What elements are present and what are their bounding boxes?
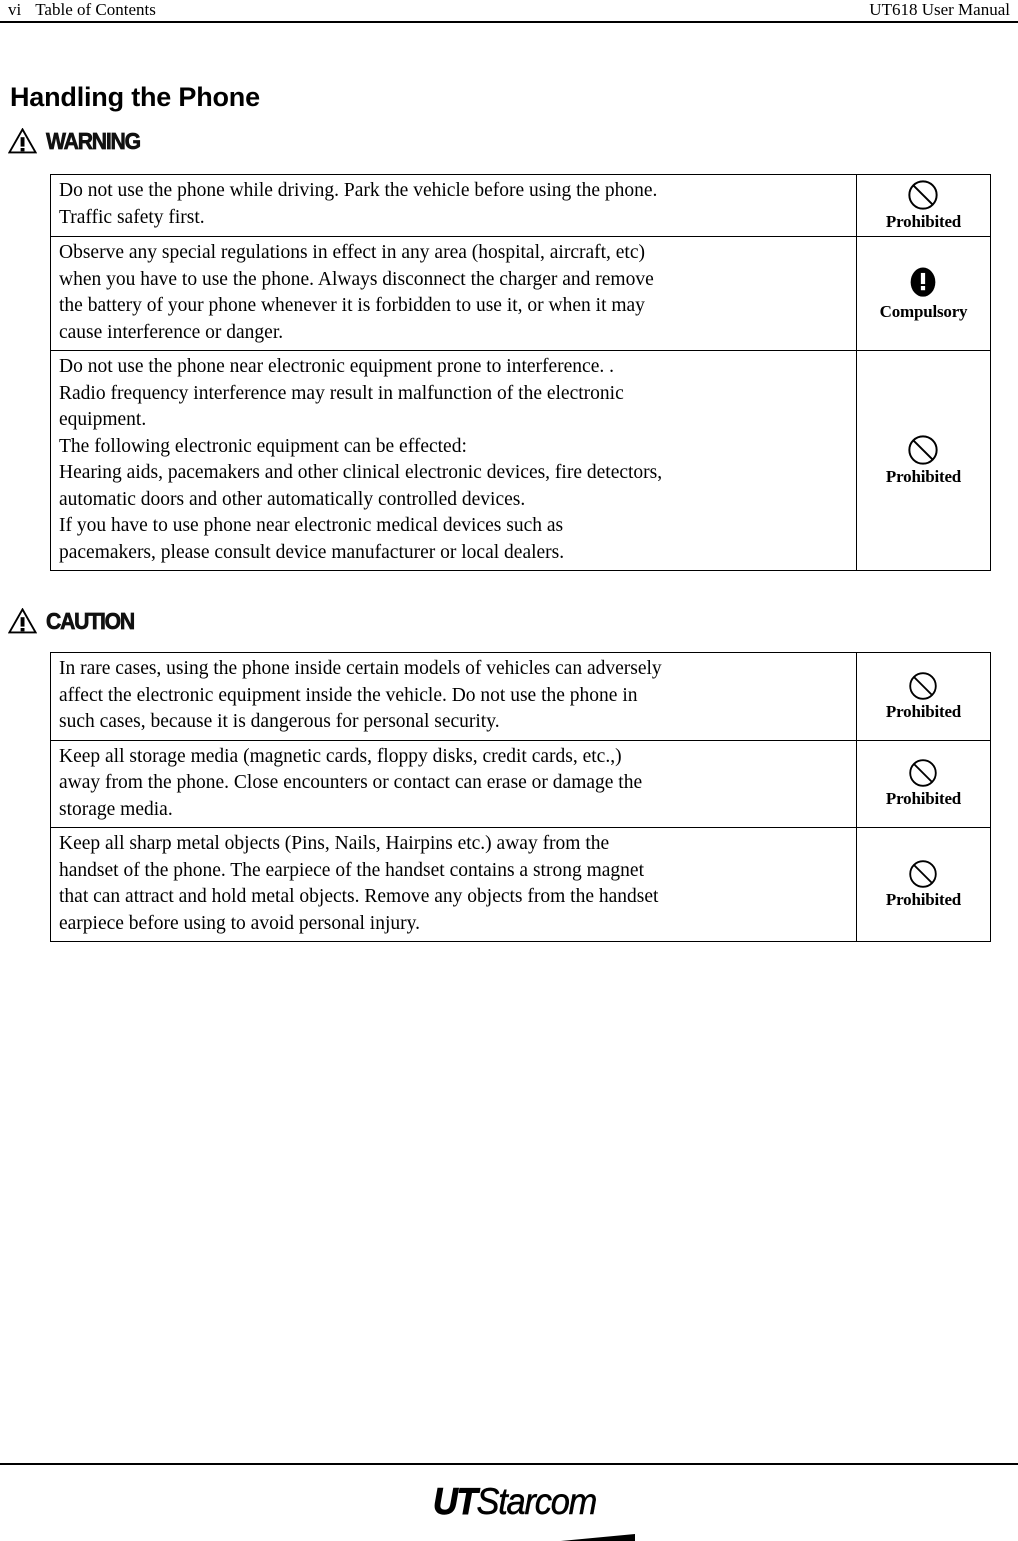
table-row: Keep all sharp metal objects (Pins, Nail… xyxy=(50,827,991,942)
text-line: Traffic safety first. xyxy=(59,206,205,228)
pictogram-label: Prohibited xyxy=(885,890,962,909)
table-row: Do not use the phone while driving. Park… xyxy=(50,174,991,237)
prohibited-circle-slash-icon xyxy=(908,435,939,465)
text-line: storage media. xyxy=(59,798,173,820)
page-header: vi Table of Contents UT618 User Manual xyxy=(0,0,1018,23)
text-line: Do not use the phone while driving. Park… xyxy=(59,180,658,201)
utstarcom-logo: UTStarcom xyxy=(433,1484,653,1541)
caution-row-1-text: In rare cases, using the phone inside ce… xyxy=(50,652,857,741)
warning-row-2-pictogram: Compulsory xyxy=(856,236,991,351)
text-line: affect the electronic equipment inside t… xyxy=(59,684,638,706)
caution-row-2-pictogram: Prohibited xyxy=(856,739,991,828)
text-line: Keep all storage media (magnetic cards, … xyxy=(59,745,622,767)
warning-triangle-icon xyxy=(7,127,38,154)
prohibited-pictogram: Prohibited xyxy=(886,179,961,231)
pictogram-label: Prohibited xyxy=(885,789,962,809)
text-line: If you have to use phone near electronic… xyxy=(59,515,564,536)
caution-banner: CAUTION xyxy=(7,607,142,634)
text-line: Keep all sharp metal objects (Pins, Nail… xyxy=(59,833,610,854)
caution-banner-label: CAUTION xyxy=(46,608,136,634)
page-title: Handling the Phone xyxy=(10,82,260,112)
footer-divider xyxy=(0,1463,1018,1465)
text-line: away from the phone. Close encounters or… xyxy=(59,772,643,793)
warning-row-3-pictogram: Prohibited xyxy=(856,350,991,571)
text-line: pacemakers, please consult device manufa… xyxy=(59,541,565,563)
text-line: Observe any special regulations in effec… xyxy=(59,242,645,263)
logo-wordmark: UTStarcom xyxy=(433,1484,598,1522)
header-section-label: Table of Contents xyxy=(35,0,156,19)
prohibited-pictogram: Prohibited xyxy=(886,859,961,909)
text-line: that can attract and hold metal objects.… xyxy=(59,886,659,907)
warning-banner-label: WARNING xyxy=(46,128,142,154)
table-row: In rare cases, using the phone inside ce… xyxy=(50,652,991,741)
logo-starcom-text: Starcom xyxy=(476,1484,597,1522)
text-line: cause interference or danger. xyxy=(59,321,284,343)
prohibited-circle-slash-icon xyxy=(908,180,939,210)
warning-banner: WARNING xyxy=(7,127,148,154)
warning-row-1-text: Do not use the phone while driving. Park… xyxy=(50,174,857,237)
warning-row-1-pictogram: Prohibited xyxy=(856,174,991,237)
text-line: Do not use the phone near electronic equ… xyxy=(59,356,614,377)
caution-row-3-text: Keep all sharp metal objects (Pins, Nail… xyxy=(50,827,857,942)
warning-triangle-icon xyxy=(7,607,38,634)
pictogram-label: Prohibited xyxy=(885,212,962,231)
text-line: handset of the phone. The earpiece of th… xyxy=(59,859,644,881)
prohibited-circle-slash-icon xyxy=(909,759,938,787)
text-line: Radio frequency interference may result … xyxy=(59,382,624,404)
caution-row-3-pictogram: Prohibited xyxy=(856,827,991,942)
page-folio: vi xyxy=(8,0,22,19)
text-line: such cases, because it is dangerous for … xyxy=(59,711,500,732)
caution-row-2-text: Keep all storage media (magnetic cards, … xyxy=(50,739,857,828)
text-line: The following electronic equipment can b… xyxy=(59,435,467,457)
warning-safety-table: Do not use the phone while driving. Park… xyxy=(50,174,991,571)
pictogram-label: Compulsory xyxy=(879,302,968,321)
warning-row-3-text: Do not use the phone near electronic equ… xyxy=(50,350,857,571)
text-line: when you have to use the phone. Always d… xyxy=(59,268,654,290)
warning-row-2-text: Observe any special regulations in effec… xyxy=(50,236,857,351)
pictogram-label: Prohibited xyxy=(885,467,962,486)
table-row: Do not use the phone near electronic equ… xyxy=(50,350,991,571)
text-line: the battery of your phone whenever it is… xyxy=(59,295,645,316)
table-row: Keep all storage media (magnetic cards, … xyxy=(50,739,991,828)
logo-ut-text: UT xyxy=(433,1484,478,1522)
caution-safety-table: In rare cases, using the phone inside ce… xyxy=(50,652,991,942)
text-line: Hearing aids, pacemakers and other clini… xyxy=(59,462,663,483)
prohibited-pictogram: Prohibited xyxy=(886,671,961,721)
text-line: earpiece before using to avoid personal … xyxy=(59,912,420,934)
text-line: In rare cases, using the phone inside ce… xyxy=(59,658,662,679)
caution-row-1-pictogram: Prohibited xyxy=(856,652,991,741)
text-line: automatic doors and other automatically … xyxy=(59,488,526,510)
compulsory-exclamation-icon xyxy=(911,267,936,297)
compulsory-pictogram: Compulsory xyxy=(880,265,968,321)
pictogram-label: Prohibited xyxy=(885,701,962,721)
header-manual-title: UT618 User Manual xyxy=(869,0,1010,19)
text-line: equipment. xyxy=(59,409,147,430)
header-left: vi Table of Contents xyxy=(8,0,156,21)
table-row: Observe any special regulations in effec… xyxy=(50,236,991,351)
prohibited-pictogram: Prohibited xyxy=(886,758,961,808)
logo-swoosh-icon xyxy=(560,1534,635,1541)
prohibited-circle-slash-icon xyxy=(909,672,938,700)
prohibited-pictogram: Prohibited xyxy=(886,434,961,486)
prohibited-circle-slash-icon xyxy=(909,860,938,888)
